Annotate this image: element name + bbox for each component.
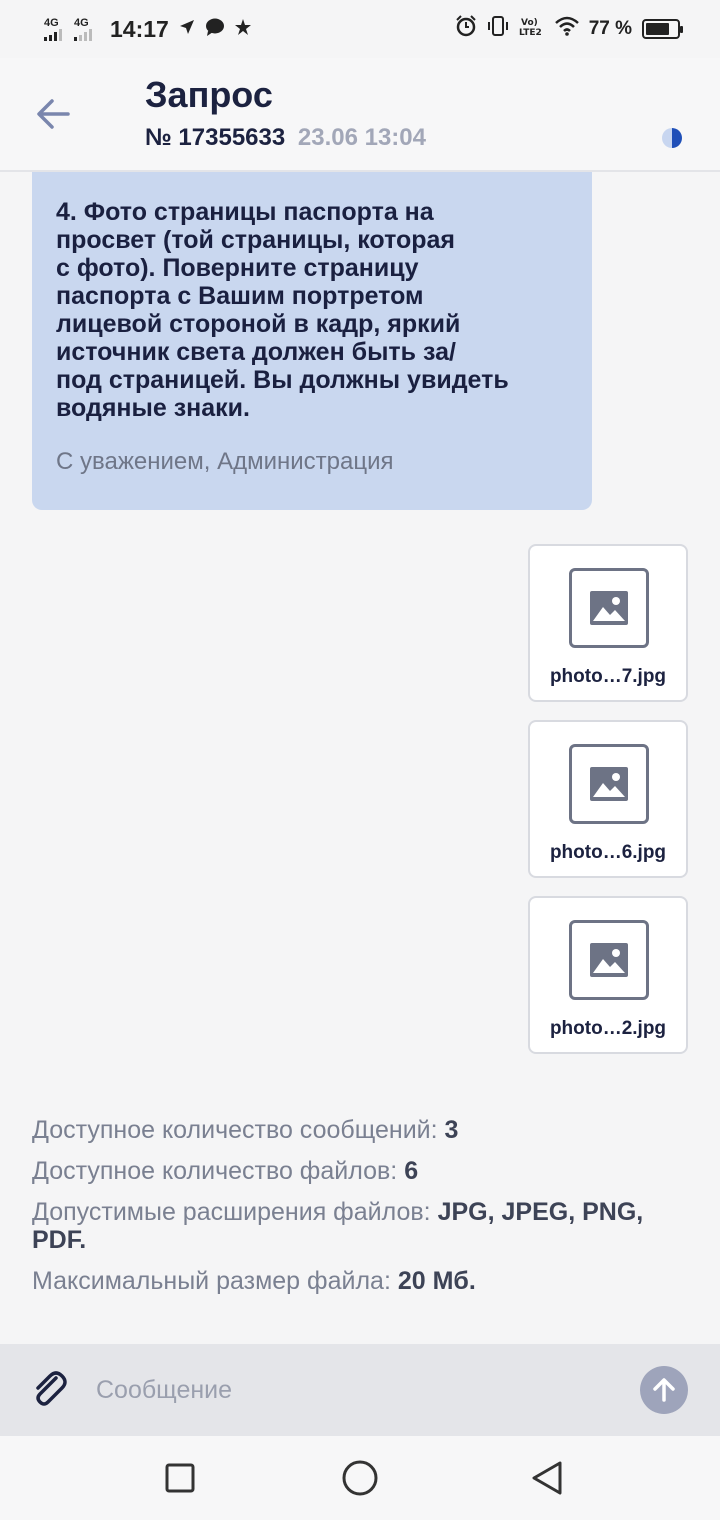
message-signature: С уважением, Администрация	[56, 448, 394, 475]
attachment-card[interactable]: photo…6.jpg	[528, 720, 688, 878]
network-type-2: 4G	[74, 16, 89, 29]
attachment-name: photo…6.jpg	[549, 842, 667, 863]
send-button[interactable]	[640, 1366, 688, 1414]
system-navbar	[0, 1436, 720, 1520]
message-text: 4. Фото страницы паспорта на просвет (то…	[56, 198, 509, 422]
limit-size-value: 20 Мб.	[397, 1267, 476, 1295]
limit-size: Максимальный размер файла: 20 Мб.	[32, 1267, 476, 1295]
arrow-up-icon	[653, 1378, 675, 1402]
request-number: № 17355633	[145, 124, 286, 151]
attachment-name: photo…7.jpg	[549, 666, 667, 687]
limits-info: Доступное количество сообщений: 3 Доступ…	[32, 1116, 672, 1308]
message-icon	[205, 18, 225, 40]
svg-text:LTE2: LTE2	[519, 28, 542, 37]
message-input[interactable]	[96, 1366, 616, 1414]
message-composer	[0, 1344, 720, 1436]
star-icon	[234, 19, 251, 39]
limit-messages: Доступное количество сообщений: 3	[32, 1116, 459, 1144]
request-status-icon	[662, 128, 682, 148]
alarm-icon	[455, 15, 477, 43]
signal-1-icon: 4G	[44, 16, 62, 41]
paperclip-icon	[36, 1371, 67, 1406]
image-icon	[569, 568, 649, 648]
request-date: 23.06 13:04	[297, 124, 426, 151]
attach-button[interactable]	[30, 1370, 68, 1408]
attachment-card[interactable]: photo…7.jpg	[528, 544, 688, 702]
network-type-1: 4G	[44, 16, 59, 29]
clock: 14:17	[110, 15, 169, 42]
attachment-card[interactable]: photo…2.jpg	[528, 896, 688, 1054]
limit-messages-value: 3	[444, 1116, 459, 1144]
volte-icon: Vo) LTE2	[519, 15, 545, 43]
home-icon[interactable]	[340, 1458, 380, 1498]
header: Запрос № 17355633 23.06 13:04	[0, 58, 720, 172]
vibrate-icon	[487, 15, 509, 43]
recents-icon[interactable]	[160, 1458, 200, 1498]
wifi-icon	[554, 16, 579, 42]
image-icon	[569, 744, 649, 824]
message-bubble: 4. Фото страницы паспорта на просвет (то…	[32, 172, 592, 510]
request-subtitle: № 17355633 23.06 13:04	[145, 124, 426, 152]
arrow-left-icon	[37, 99, 70, 129]
battery-fill	[646, 23, 670, 35]
limit-files-value: 6	[404, 1157, 419, 1185]
image-icon	[569, 920, 649, 1000]
status-right: Vo) LTE2 77 %	[455, 15, 683, 43]
attachment-name: photo…2.jpg	[549, 1018, 667, 1039]
battery-icon	[642, 19, 683, 39]
limit-extensions: Допустимые расширения файлов: JPG, JPEG,…	[32, 1198, 644, 1254]
status-left: 4G 4G 14:17	[44, 16, 251, 43]
page-title: Запрос	[145, 74, 273, 115]
navigation-icon	[179, 19, 195, 39]
signal-2-icon: 4G	[74, 16, 92, 41]
back-nav-icon[interactable]	[528, 1458, 568, 1498]
back-button[interactable]	[32, 94, 78, 134]
battery-percent: 77 %	[588, 18, 632, 39]
status-bar: 4G 4G 14:17 Vo) LTE2 77 %	[0, 0, 720, 58]
svg-text:Vo): Vo)	[521, 18, 538, 28]
limit-files: Доступное количество файлов: 6	[32, 1157, 419, 1185]
